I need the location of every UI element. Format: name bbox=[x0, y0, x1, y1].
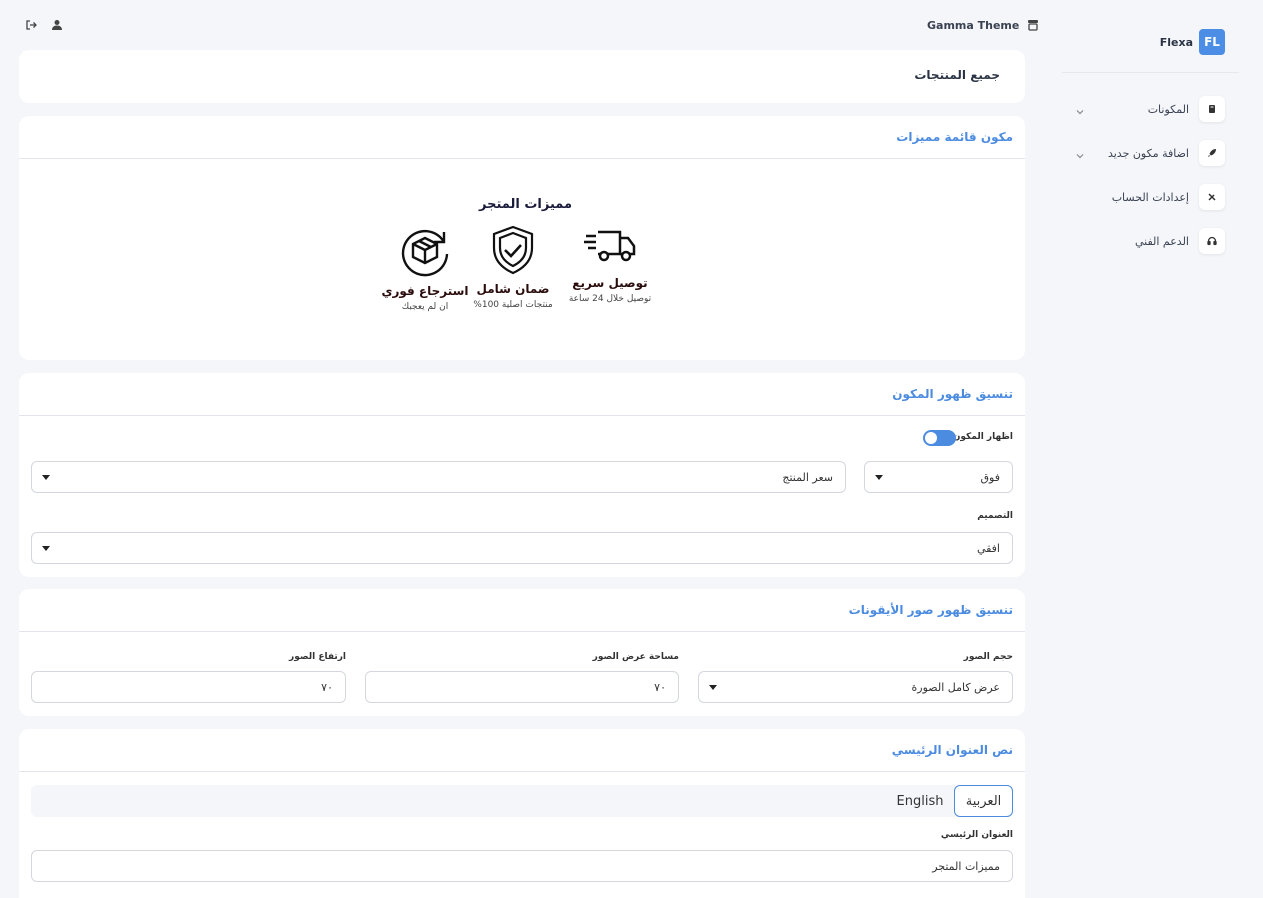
tab-english[interactable]: English bbox=[889, 785, 951, 817]
image-width-input[interactable]: ٧٠ bbox=[365, 671, 679, 703]
brand[interactable]: Flexa FL bbox=[1160, 29, 1225, 55]
language-tabs: العربية English bbox=[31, 785, 1013, 817]
feature-fast-delivery: توصيل سريع توصيل خلال 24 ساعة bbox=[555, 226, 665, 304]
sidebar-item-support[interactable]: الدعم الفني bbox=[1065, 228, 1225, 254]
truck-icon bbox=[555, 226, 665, 270]
user-icon[interactable] bbox=[51, 16, 63, 35]
anchor-select-value: سعر المنتج bbox=[782, 471, 833, 484]
theme-name: Gamma Theme bbox=[927, 19, 1020, 32]
anchor-select[interactable]: سعر المنتج bbox=[31, 461, 846, 493]
layout-settings-header: تنسيق ظهور المكون bbox=[19, 373, 1025, 416]
sidebar-item-label: إعدادات الحساب bbox=[1111, 190, 1189, 204]
preview-heading: مميزات المتجر bbox=[479, 197, 573, 212]
position-select[interactable]: فوق bbox=[864, 461, 1013, 493]
image-size-select[interactable]: عرض كامل الصورة bbox=[698, 671, 1013, 703]
image-height-label: ارتفاع الصور bbox=[289, 652, 346, 662]
layout-settings-title: تنسيق ظهور المكون bbox=[892, 387, 1013, 401]
feature-title: استرجاع فوري bbox=[381, 284, 469, 298]
design-select-value: افقي bbox=[976, 542, 1000, 555]
position-select-value: فوق bbox=[980, 471, 1000, 484]
toggle-knob bbox=[925, 432, 937, 444]
layout-settings-card: تنسيق ظهور المكون اظهار المكون فوق سعر ا… bbox=[19, 373, 1025, 577]
heading-text-card: نص العنوان الرئيسي العربية English العنو… bbox=[19, 729, 1025, 898]
box-return-icon bbox=[370, 224, 480, 282]
sidebar-item-add-component[interactable]: اضافة مكون جديد bbox=[1075, 140, 1225, 166]
page-title: جميع المنتجات bbox=[914, 68, 1000, 82]
image-width-label: مساحة عرض الصور bbox=[592, 652, 679, 662]
image-height-input[interactable]: ٧٠ bbox=[31, 671, 346, 703]
page-title-card: جميع المنتجات bbox=[19, 50, 1025, 103]
rocket-icon bbox=[1199, 140, 1225, 166]
caret-down-icon bbox=[42, 546, 50, 551]
caret-down-icon bbox=[709, 685, 717, 690]
main-heading-label: العنوان الرئيسي bbox=[940, 830, 1013, 840]
icon-settings-card: تنسيق ظهور صور الأيقونات حجم الصور عرض ك… bbox=[19, 589, 1025, 716]
sidebar-divider bbox=[1062, 72, 1239, 73]
main-heading-value: مميزات المتجر bbox=[932, 860, 1000, 873]
tools-icon bbox=[1199, 184, 1225, 210]
icon-settings-header: تنسيق ظهور صور الأيقونات bbox=[19, 589, 1025, 632]
image-size-label: حجم الصور bbox=[963, 652, 1013, 662]
brand-name: Flexa bbox=[1159, 35, 1193, 49]
theme-indicator: Gamma Theme bbox=[927, 16, 1039, 35]
topbar-actions bbox=[25, 16, 63, 35]
headset-icon bbox=[1199, 228, 1225, 254]
preview-card-header: مكون قائمة مميزات bbox=[19, 116, 1025, 159]
heading-text-title: نص العنوان الرئيسي bbox=[891, 743, 1013, 757]
caret-down-icon bbox=[42, 475, 50, 480]
sidebar-item-label: اضافة مكون جديد bbox=[1107, 146, 1189, 160]
chevron-down-icon bbox=[1075, 146, 1085, 165]
design-select[interactable]: افقي bbox=[31, 532, 1013, 564]
caret-down-icon bbox=[875, 475, 883, 480]
feature-instant-return: استرجاع فوري ان لم يعجبك bbox=[370, 224, 480, 312]
show-component-label: اظهار المكون bbox=[952, 432, 1013, 442]
icon-settings-title: تنسيق ظهور صور الأيقونات bbox=[848, 603, 1013, 617]
feature-subtitle: ان لم يعجبك bbox=[401, 302, 449, 312]
sidebar-item-label: المكونات bbox=[1147, 102, 1189, 116]
preview-card-title: مكون قائمة مميزات bbox=[896, 130, 1013, 144]
show-component-toggle[interactable] bbox=[923, 430, 956, 446]
sidebar-item-label: الدعم الفني bbox=[1134, 234, 1189, 248]
book-icon bbox=[1199, 96, 1225, 122]
feature-title: توصيل سريع bbox=[572, 276, 648, 290]
image-size-select-value: عرض كامل الصورة bbox=[911, 681, 1000, 694]
preview-card: مكون قائمة مميزات مميزات المتجر توصيل سر… bbox=[19, 116, 1025, 360]
image-width-value: ٧٠ bbox=[654, 681, 666, 694]
sidebar: Flexa FL المكونات اضافة مكون جديد إعدادا… bbox=[1038, 0, 1263, 898]
chevron-down-icon bbox=[1075, 102, 1085, 121]
feature-subtitle: توصيل خلال 24 ساعة bbox=[568, 294, 652, 304]
logout-icon[interactable] bbox=[25, 16, 37, 35]
brand-logo: FL bbox=[1199, 29, 1225, 55]
sidebar-item-account-settings[interactable]: إعدادات الحساب bbox=[1065, 184, 1225, 210]
image-height-value: ٧٠ bbox=[321, 681, 333, 694]
design-label: التصميم bbox=[977, 511, 1013, 521]
tab-arabic[interactable]: العربية bbox=[954, 785, 1013, 817]
heading-text-header: نص العنوان الرئيسي bbox=[19, 729, 1025, 772]
main-heading-input[interactable]: مميزات المتجر bbox=[31, 850, 1013, 882]
sidebar-item-components[interactable]: المكونات bbox=[1075, 96, 1225, 122]
